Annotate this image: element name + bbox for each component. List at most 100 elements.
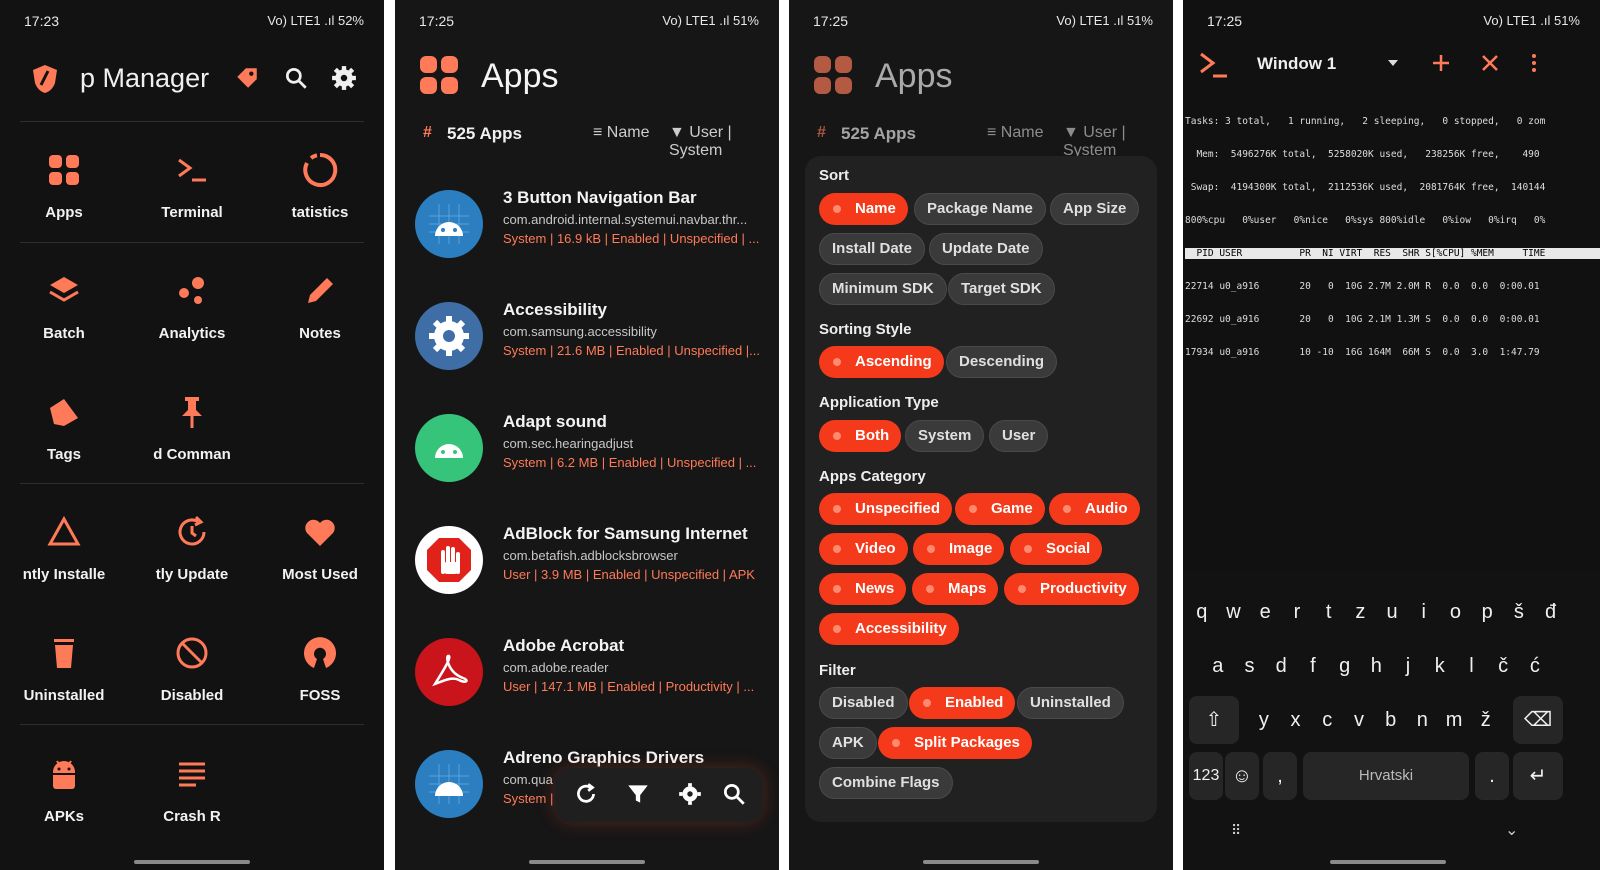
tile-disabled[interactable]: Disabled [128,629,256,729]
tile-apks[interactable]: APKs [0,750,128,850]
space-key[interactable]: Hrvatski [1303,752,1469,800]
filter-button[interactable]: ▼ User | System [669,124,759,160]
numbers-key[interactable]: 123 [1189,752,1223,800]
gesture-bar[interactable] [923,860,1039,864]
chip-cat-accessibility[interactable]: Accessibility [819,613,959,645]
key-d[interactable]: d [1266,642,1296,690]
chip-sort-app-size[interactable]: App Size [1050,193,1140,225]
key-ć[interactable]: ć [1520,642,1550,690]
key-p[interactable]: p [1472,588,1502,636]
key-j[interactable]: j [1393,642,1423,690]
chip-cat-social[interactable]: Social [1010,533,1103,565]
key-o[interactable]: o [1441,588,1471,636]
key-v[interactable]: v [1344,696,1374,744]
chevron-down-icon[interactable]: ⌄ [1505,820,1518,840]
gear-icon[interactable] [677,781,703,807]
chip-type-user[interactable]: User [989,420,1049,452]
key-ž[interactable]: ž [1471,696,1501,744]
gesture-bar[interactable] [134,860,250,864]
app-list-item[interactable]: Adapt sound com.sec.hearingadjust System… [415,410,769,510]
tile-recently-installed[interactable]: ntly Installe [0,508,128,608]
chip-sort-minimum-sdk[interactable]: Minimum SDK [819,273,947,305]
tile-crash-reports[interactable]: Crash R [128,750,256,850]
tag-icon[interactable] [234,65,260,91]
filter-icon[interactable] [625,781,651,807]
key-đ[interactable]: đ [1536,588,1566,636]
key-w[interactable]: w [1219,588,1249,636]
search-icon[interactable] [721,781,747,807]
tile-most-used[interactable]: Most Used [256,508,384,608]
chip-filter-disabled[interactable]: Disabled [819,687,908,719]
tile-commands[interactable]: d Comman [128,388,256,488]
chip-sort-update-date[interactable]: Update Date [929,233,1043,265]
tile-tags[interactable]: Tags [0,388,128,488]
key-q[interactable]: q [1187,588,1217,636]
close-icon[interactable] [1479,52,1501,74]
chip-sort-name[interactable]: Name [819,193,908,225]
app-list-item[interactable]: 3 Button Navigation Bar com.android.inte… [415,186,769,286]
chip-filter-split-packages[interactable]: Split Packages [878,727,1032,759]
gesture-bar[interactable] [1329,860,1446,864]
enter-key[interactable]: ↵ [1513,752,1563,800]
chip-filter-uninstalled[interactable]: Uninstalled [1017,687,1124,719]
tile-notes[interactable]: Notes [256,267,384,367]
key-a[interactable]: a [1203,642,1233,690]
key-f[interactable]: f [1298,642,1328,690]
key-e[interactable]: e [1250,588,1280,636]
tile-uninstalled[interactable]: Uninstalled [0,629,128,729]
chip-sort-install-date[interactable]: Install Date [819,233,926,265]
chip-sort-target-sdk[interactable]: Target SDK [948,273,1055,305]
chip-filter-combine-flags[interactable]: Combine Flags [819,767,953,799]
tile-analytics[interactable]: Analytics [128,267,256,367]
chip-cat-image[interactable]: Image [913,533,1005,565]
chip-filter-apk[interactable]: APK [819,727,877,759]
keyboard-grid-icon[interactable]: ⠿ [1231,822,1241,839]
chip-cat-productivity[interactable]: Productivity [1004,573,1139,605]
chip-filter-enabled[interactable]: Enabled [909,687,1016,719]
key-x[interactable]: x [1281,696,1311,744]
chip-descending[interactable]: Descending [946,346,1058,378]
search-icon[interactable] [283,65,309,91]
key-m[interactable]: m [1439,696,1469,744]
chip-cat-audio[interactable]: Audio [1049,493,1140,525]
key-b[interactable]: b [1376,696,1406,744]
tile-batch[interactable]: Batch [0,267,128,367]
key-k[interactable]: k [1425,642,1455,690]
tile-recently-updated[interactable]: tly Update [128,508,256,608]
chip-cat-video[interactable]: Video [819,533,908,565]
chip-ascending[interactable]: Ascending [819,346,944,378]
key-y[interactable]: y [1249,696,1279,744]
gear-icon[interactable] [331,65,357,91]
chip-cat-game[interactable]: Game [955,493,1045,525]
key-l[interactable]: l [1457,642,1487,690]
window-selector[interactable]: Window 1 [1257,54,1336,74]
app-list-item[interactable]: Accessibility com.samsung.accessibility … [415,298,769,398]
key-n[interactable]: n [1408,696,1438,744]
filter-button[interactable]: ▼ User | System [1063,124,1153,160]
period-key[interactable]: . [1475,752,1509,800]
key-g[interactable]: g [1330,642,1360,690]
key-u[interactable]: u [1377,588,1407,636]
tile-terminal[interactable]: Terminal [128,146,256,246]
chip-cat-maps[interactable]: Maps [912,573,999,605]
add-icon[interactable] [1430,52,1452,74]
terminal-output[interactable]: Tasks: 3 total, 1 running, 2 sleeping, 0… [1185,94,1600,380]
sort-button[interactable]: ≡ Name [987,124,1043,142]
key-z[interactable]: z [1346,588,1376,636]
key-š[interactable]: š [1504,588,1534,636]
app-list-item[interactable]: Adobe Acrobat com.adobe.reader User | 14… [415,634,769,734]
more-vert-icon[interactable] [1529,52,1539,74]
chip-sort-package-name[interactable]: Package Name [914,193,1046,225]
key-t[interactable]: t [1314,588,1344,636]
emoji-key[interactable]: ☺ [1225,752,1259,800]
tile-apps[interactable]: Apps [0,146,128,246]
key-s[interactable]: s [1235,642,1265,690]
chip-type-system[interactable]: System [905,420,985,452]
app-list-item[interactable]: AdBlock for Samsung Internet com.betafis… [415,522,769,622]
key-r[interactable]: r [1282,588,1312,636]
key-i[interactable]: i [1409,588,1439,636]
tile-foss[interactable]: FOSS [256,629,384,729]
gesture-bar[interactable] [529,860,645,864]
key-č[interactable]: č [1488,642,1518,690]
key-c[interactable]: c [1312,696,1342,744]
